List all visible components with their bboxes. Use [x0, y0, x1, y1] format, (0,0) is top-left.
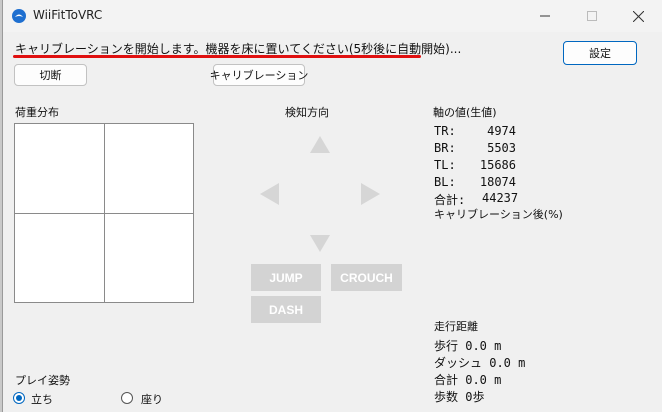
axis-key-tr: TR: [434, 124, 456, 138]
arrow-up-icon [310, 136, 330, 153]
radio-sitting-label: 座り [141, 393, 163, 406]
radio-standing-label: 立ち [31, 393, 53, 406]
maximize-button[interactable] [569, 0, 615, 32]
axis-value-br: 5503 [487, 141, 516, 155]
close-icon [632, 10, 644, 22]
posture-label: プレイ姿勢 [15, 374, 70, 387]
disconnect-button[interactable]: 切断 [14, 64, 87, 86]
minimize-button[interactable] [522, 0, 568, 32]
step-count: 歩数 0歩 [434, 390, 485, 404]
title-bar[interactable]: WiiFitToVRC [3, 0, 662, 32]
app-window: WiiFitToVRC キャリブレーションを開始します。機器を床に置いてください… [2, 0, 662, 412]
distance-label: 走行距離 [434, 320, 478, 333]
axis-value-bl: 18074 [479, 175, 516, 189]
crouch-indicator: CROUCH [331, 264, 402, 291]
arrow-left-icon [260, 183, 279, 205]
app-icon [12, 9, 26, 23]
axis-value-total: 44237 [482, 191, 519, 205]
weight-distribution-label: 荷重分布 [15, 106, 59, 119]
after-calibration-label: キャリブレーション後(%) [434, 208, 563, 221]
total-distance: 合計 0.0 m [434, 373, 502, 387]
minimize-icon [540, 15, 550, 17]
close-button[interactable] [615, 0, 661, 32]
direction-label: 検知方向 [285, 106, 329, 119]
calibrate-button[interactable]: キャリブレーション [210, 64, 308, 86]
radio-sitting[interactable] [121, 392, 133, 404]
arrow-down-icon [310, 235, 330, 252]
dash-distance: ダッシュ 0.0 m [434, 356, 526, 370]
axis-value-tr: 4974 [487, 124, 516, 138]
axis-key-br: BR: [434, 141, 456, 155]
maximize-icon [587, 11, 597, 21]
dash-indicator: DASH [251, 296, 321, 323]
axis-values-label: 軸の値(生値) [433, 106, 497, 119]
posture-standing-option[interactable]: 立ち [13, 391, 83, 407]
jump-indicator: JUMP [251, 264, 321, 291]
grid-horizontal-line [15, 213, 193, 214]
window-title: WiiFitToVRC [33, 8, 103, 22]
posture-sitting-option[interactable]: 座り [121, 391, 191, 407]
weight-distribution-grid [14, 123, 194, 303]
settings-button[interactable]: 設定 [563, 41, 637, 65]
axis-value-tl: 15686 [479, 158, 516, 172]
walk-distance: 歩行 0.0 m [434, 339, 502, 353]
arrow-right-icon [361, 183, 380, 205]
status-underline [13, 55, 421, 58]
axis-key-bl: BL: [434, 175, 456, 189]
axis-key-tl: TL: [434, 158, 456, 172]
radio-standing[interactable] [13, 392, 25, 404]
